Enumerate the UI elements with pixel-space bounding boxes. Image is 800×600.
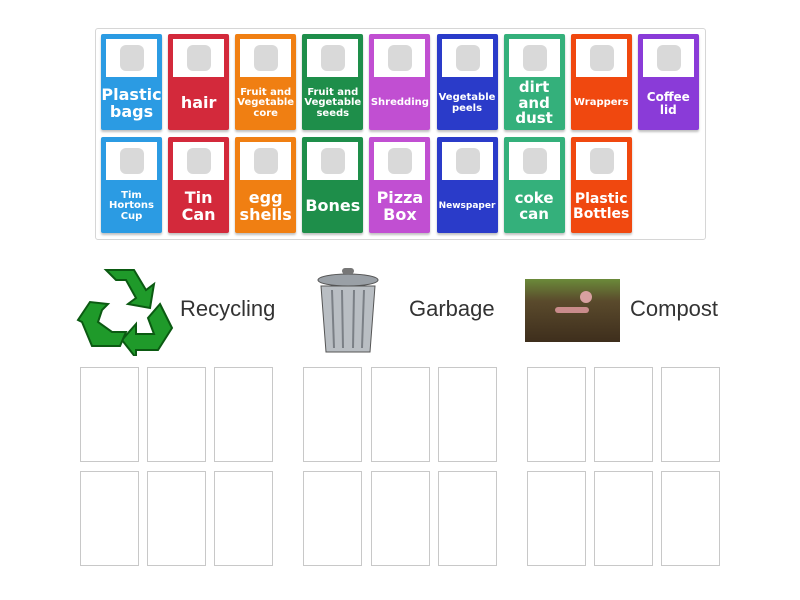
pizza-box-image [374, 142, 426, 180]
tile-wrappers[interactable]: Wrappers [570, 34, 632, 130]
plastic-bag-image [106, 39, 157, 77]
newspaper-image [441, 142, 493, 180]
plastic-bottles-image [575, 142, 627, 180]
tile-label: Vegetable peels [438, 92, 496, 114]
group-label-recycling: Recycling [180, 296, 276, 321]
drop-slot-compost[interactable] [527, 471, 586, 566]
tile-coffee-cup[interactable]: Tim Hortons Cup [101, 137, 162, 233]
tile-label: Pizza Box [376, 187, 424, 224]
tile-label: hair [180, 93, 217, 113]
tile-dirt[interactable]: dirt and dust [503, 34, 565, 130]
drop-slot-recycling[interactable] [214, 471, 273, 566]
tile-shredded-paper[interactable]: Shredding [369, 34, 431, 130]
wrappers-image [575, 39, 627, 77]
tile-label: Plastic bags [101, 84, 162, 121]
drop-slot-compost[interactable] [527, 367, 586, 462]
tile-coke-can[interactable]: coke can [503, 137, 565, 233]
trash-can-icon [317, 268, 379, 353]
shredded-paper-image [374, 39, 426, 77]
coffee-cup-image [106, 142, 157, 180]
drop-slot-garbage[interactable] [371, 471, 430, 566]
tile-bones[interactable]: Bones [302, 137, 364, 233]
tile-label: egg shells [239, 187, 292, 224]
tile-label: Tim Hortons Cup [109, 189, 154, 222]
tile-label: Wrappers [573, 97, 629, 109]
tile-apple-core[interactable]: Fruit and Vegetable core [235, 34, 297, 130]
group-label-compost: Compost [630, 296, 719, 321]
tile-egg-shells[interactable]: egg shells [235, 137, 297, 233]
tile-plastic-bag[interactable]: Plastic bags [101, 34, 162, 130]
tile-pizza-box[interactable]: Pizza Box [369, 137, 431, 233]
drop-slot-recycling[interactable] [80, 367, 139, 462]
tile-label: dirt and dust [515, 77, 553, 128]
tile-avocado[interactable]: Fruit and Vegetable seeds [302, 34, 364, 130]
tile-tin-can[interactable]: Tin Can [168, 137, 230, 233]
tile-label: Bones [305, 196, 361, 216]
drop-slot-recycling[interactable] [214, 367, 273, 462]
tile-newspaper[interactable]: Newspaper [436, 137, 498, 233]
bones-image [307, 142, 359, 180]
tile-label: Coffee lid [646, 89, 690, 117]
hair-image [173, 39, 225, 77]
tile-vegetable-peels[interactable]: Vegetable peels [436, 34, 498, 130]
compost-image [525, 279, 620, 342]
coke-can-image [508, 142, 560, 180]
drop-slot-recycling[interactable] [80, 471, 139, 566]
drop-slot-garbage[interactable] [438, 367, 497, 462]
tile-coffee-lid[interactable]: Coffee lid [637, 34, 699, 130]
drop-slot-compost[interactable] [594, 471, 653, 566]
vegetable-peels-image [441, 39, 493, 77]
drop-slot-garbage[interactable] [438, 471, 497, 566]
tile-label: Fruit and Vegetable core [237, 86, 295, 119]
dirt-image [508, 39, 560, 77]
tin-can-image [173, 142, 225, 180]
egg-shells-image [240, 142, 292, 180]
drop-slot-compost[interactable] [594, 367, 653, 462]
drop-slot-compost[interactable] [661, 367, 720, 462]
drop-slot-garbage[interactable] [371, 367, 430, 462]
tile-plastic-bottles[interactable]: Plastic Bottles [570, 137, 632, 233]
drop-slot-recycling[interactable] [147, 471, 206, 566]
recycle-icon [76, 269, 174, 356]
tile-hair[interactable]: hair [168, 34, 230, 130]
drop-slot-garbage[interactable] [303, 367, 362, 462]
coffee-lid-image [642, 39, 694, 77]
tile-label: Newspaper [438, 200, 496, 211]
tile-label: Plastic Bottles [573, 190, 630, 222]
drop-slot-recycling[interactable] [147, 367, 206, 462]
drop-slot-garbage[interactable] [303, 471, 362, 566]
drop-slot-compost[interactable] [661, 471, 720, 566]
tile-label: Tin Can [181, 187, 216, 224]
tile-label: Shredding [370, 97, 429, 109]
tile-label: coke can [514, 188, 554, 223]
apple-core-image [240, 39, 292, 77]
tile-label: Fruit and Vegetable seeds [304, 86, 362, 119]
group-label-garbage: Garbage [409, 296, 495, 321]
avocado-image [307, 39, 359, 77]
